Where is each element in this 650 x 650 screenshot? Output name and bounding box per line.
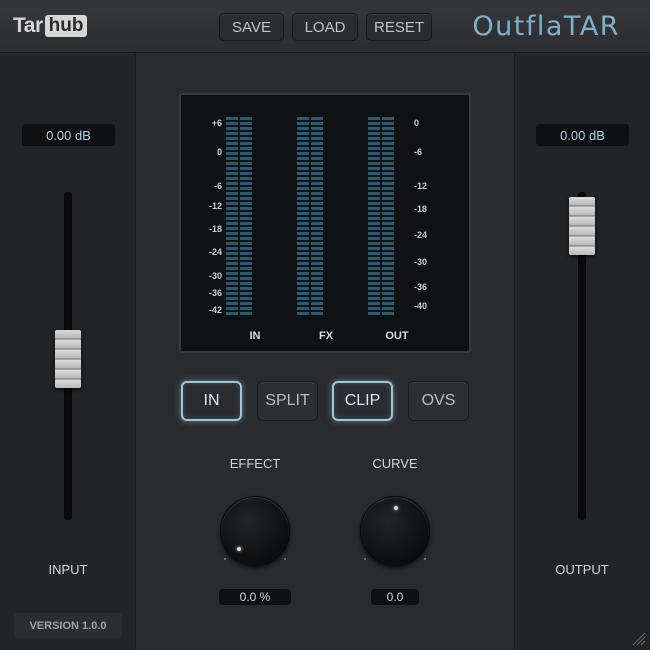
meter-scale-right-tick: -40 [414, 301, 428, 311]
load-button[interactable]: LOAD [292, 13, 358, 41]
meter-scale-left-tick: -36 [208, 288, 222, 298]
meter-label-fx: FX [318, 330, 334, 342]
split-mode-button[interactable]: SPLIT [257, 381, 318, 421]
meter-scale-left-tick: -24 [208, 247, 222, 257]
ovs-mode-button[interactable]: OVS [408, 381, 469, 421]
meter-scale-right-tick: 0 [414, 118, 420, 128]
curve-knob-indicator [394, 506, 398, 510]
meter-bar-fx-left [297, 117, 309, 317]
meter-scale-left-tick: -12 [208, 201, 222, 211]
level-meter: +6 0 -6 -12 -18 -24 -30 -36 -42 0 -6 -12 -18 -24 -30 -… [179, 93, 471, 353]
meter-scale-right-tick: -18 [414, 204, 428, 214]
curve-value[interactable]: 0.0 [371, 589, 419, 605]
version-badge: VERSION 1.0.0 [14, 613, 122, 638]
save-button[interactable]: SAVE [219, 13, 284, 41]
meter-bar-out-left [368, 117, 380, 317]
meter-scale-right-tick: -24 [414, 230, 428, 240]
logo-tar-text: Tar [13, 14, 43, 37]
reset-button[interactable]: RESET [366, 13, 432, 41]
meter-scale-right-tick: -36 [414, 282, 428, 292]
tarhub-logo: Tar hub [13, 14, 88, 38]
meter-bar-fx-right [311, 117, 323, 317]
plugin-title: OutflaTAR [472, 11, 620, 42]
effect-knob[interactable] [220, 496, 290, 566]
meter-label-out: OUT [385, 330, 409, 342]
in-mode-button[interactable]: IN [181, 381, 242, 421]
meter-bar-out-right [382, 117, 394, 317]
input-gain-readout[interactable]: 0.00 dB [22, 124, 115, 146]
effect-min-tick [224, 558, 226, 560]
curve-label: CURVE [372, 456, 418, 471]
meter-scale-right-tick: -12 [414, 181, 428, 191]
output-gain-readout[interactable]: 0.00 dB [536, 124, 629, 146]
curve-knob[interactable] [360, 496, 430, 566]
meter-bar-in-right [240, 117, 252, 317]
meter-scale-left-tick: -18 [208, 224, 222, 234]
logo-hub-badge: hub [44, 15, 88, 37]
meter-scale-left-tick: -30 [208, 271, 222, 281]
meter-bar-in-left [226, 117, 238, 317]
header: Tar hub SAVE LOAD RESET OutflaTAR [0, 0, 650, 53]
input-label: INPUT [48, 562, 88, 577]
meter-scale-left-tick: 0 [216, 147, 222, 157]
curve-min-tick [364, 558, 366, 560]
effect-max-tick [284, 558, 286, 560]
resize-grip-icon[interactable] [630, 630, 646, 646]
meter-scale-left-tick: -6 [213, 181, 222, 191]
effect-label: EFFECT [229, 456, 281, 471]
effect-value[interactable]: 0.0 % [219, 589, 291, 605]
curve-max-tick [424, 558, 426, 560]
meter-scale-right-tick: -6 [414, 147, 423, 157]
effect-knob-indicator [237, 546, 242, 551]
output-label: OUTPUT [555, 562, 609, 577]
meter-label-in: IN [249, 330, 261, 342]
input-panel: 0.00 dB INPUT VERSION 1.0.0 [0, 54, 136, 650]
clip-mode-button[interactable]: CLIP [332, 381, 393, 421]
meter-scale-right-tick: -30 [414, 257, 428, 267]
input-fader-handle[interactable] [55, 329, 81, 388]
meter-scale-left-tick: +6 [211, 118, 222, 128]
output-fader-handle[interactable] [569, 196, 595, 255]
meter-scale-left-tick: -42 [208, 305, 222, 315]
output-panel: 0.00 dB OUTPUT [514, 54, 650, 650]
